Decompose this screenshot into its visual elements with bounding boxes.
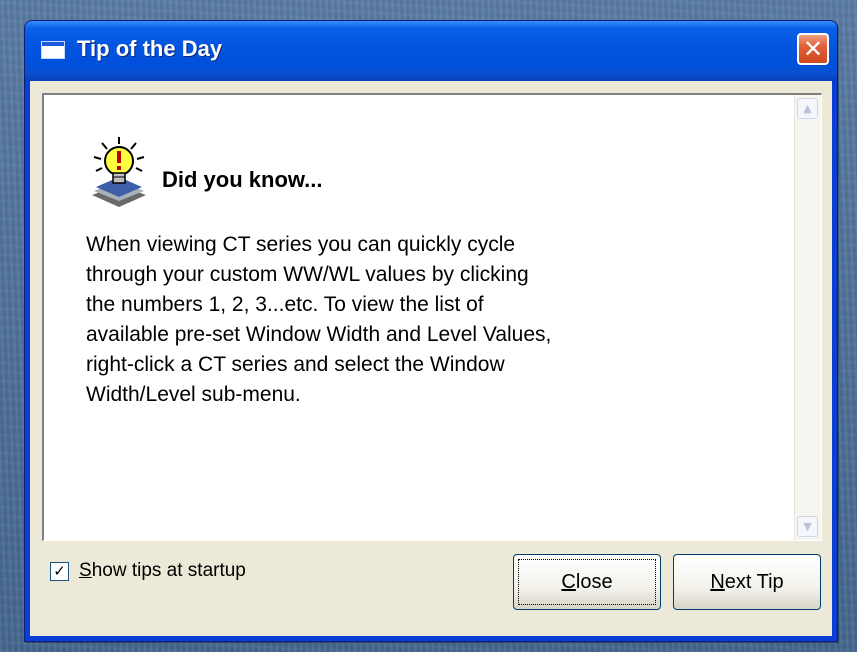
tip-body-text: When viewing CT series you can quickly c… bbox=[86, 233, 552, 406]
scroll-down-icon: ▼ bbox=[803, 520, 812, 533]
tip-of-the-day-dialog: Tip of the Day ✕ Did you know... When vi… bbox=[24, 20, 838, 642]
show-tips-label: Show tips at startup bbox=[79, 560, 246, 581]
scroll-up-icon: ▲ bbox=[803, 102, 812, 115]
title-bar[interactable]: Tip of the Day ✕ bbox=[25, 21, 837, 81]
window-title: Tip of the Day bbox=[77, 36, 223, 61]
dialog-client-area: Did you know... When viewing CT series y… bbox=[30, 81, 832, 636]
next-tip-button[interactable]: Next Tip bbox=[673, 554, 821, 610]
close-window-button[interactable]: ✕ bbox=[797, 33, 829, 65]
window-icon bbox=[41, 41, 65, 59]
tip-heading: Did you know... bbox=[162, 167, 323, 192]
focus-rectangle bbox=[518, 559, 656, 605]
lightbulb-icon bbox=[92, 137, 146, 207]
close-icon: ✕ bbox=[802, 35, 824, 63]
next-tip-button-label: Next Tip bbox=[710, 570, 784, 593]
scroll-up-button[interactable]: ▲ bbox=[797, 98, 818, 119]
vertical-scrollbar[interactable]: ▲ ▼ bbox=[794, 95, 821, 540]
scroll-down-button[interactable]: ▼ bbox=[797, 516, 818, 537]
show-tips-checkbox-row[interactable]: ✓ Show tips at startup bbox=[50, 559, 246, 583]
show-tips-checkbox[interactable]: ✓ bbox=[50, 561, 69, 581]
tip-pane: Did you know... When viewing CT series y… bbox=[42, 93, 822, 541]
checkmark-icon: ✓ bbox=[53, 561, 66, 580]
close-button[interactable]: Close bbox=[513, 554, 661, 610]
